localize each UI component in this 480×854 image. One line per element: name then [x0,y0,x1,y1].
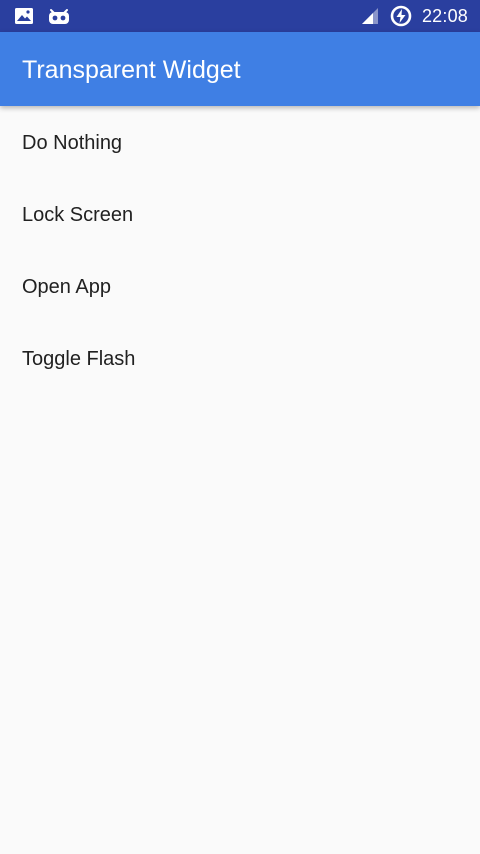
list-item-do-nothing[interactable]: Do Nothing [0,106,480,178]
status-right-icons: 22:08 [360,4,468,28]
list-item-toggle-flash[interactable]: Toggle Flash [0,322,480,394]
image-icon [14,6,34,26]
list-item-label: Open App [22,276,111,298]
list-item-label: Do Nothing [22,132,123,154]
list-item-open-app[interactable]: Open App [0,250,480,322]
android-debug-icon [48,6,70,26]
page-title: Transparent Widget [22,56,241,84]
signal-icon [360,6,380,26]
status-bar: 22:08 [0,0,480,32]
list-item-label: Toggle Flash [22,348,136,370]
list-item-label: Lock Screen [22,204,134,226]
status-left-icons [14,6,70,26]
battery-charging-icon [390,5,412,27]
list-item-lock-screen[interactable]: Lock Screen [0,178,480,250]
status-time: 22:08 [421,6,468,26]
action-list: Do Nothing Lock Screen Open App Toggle F… [0,106,480,394]
app-bar: Transparent Widget [0,32,480,106]
